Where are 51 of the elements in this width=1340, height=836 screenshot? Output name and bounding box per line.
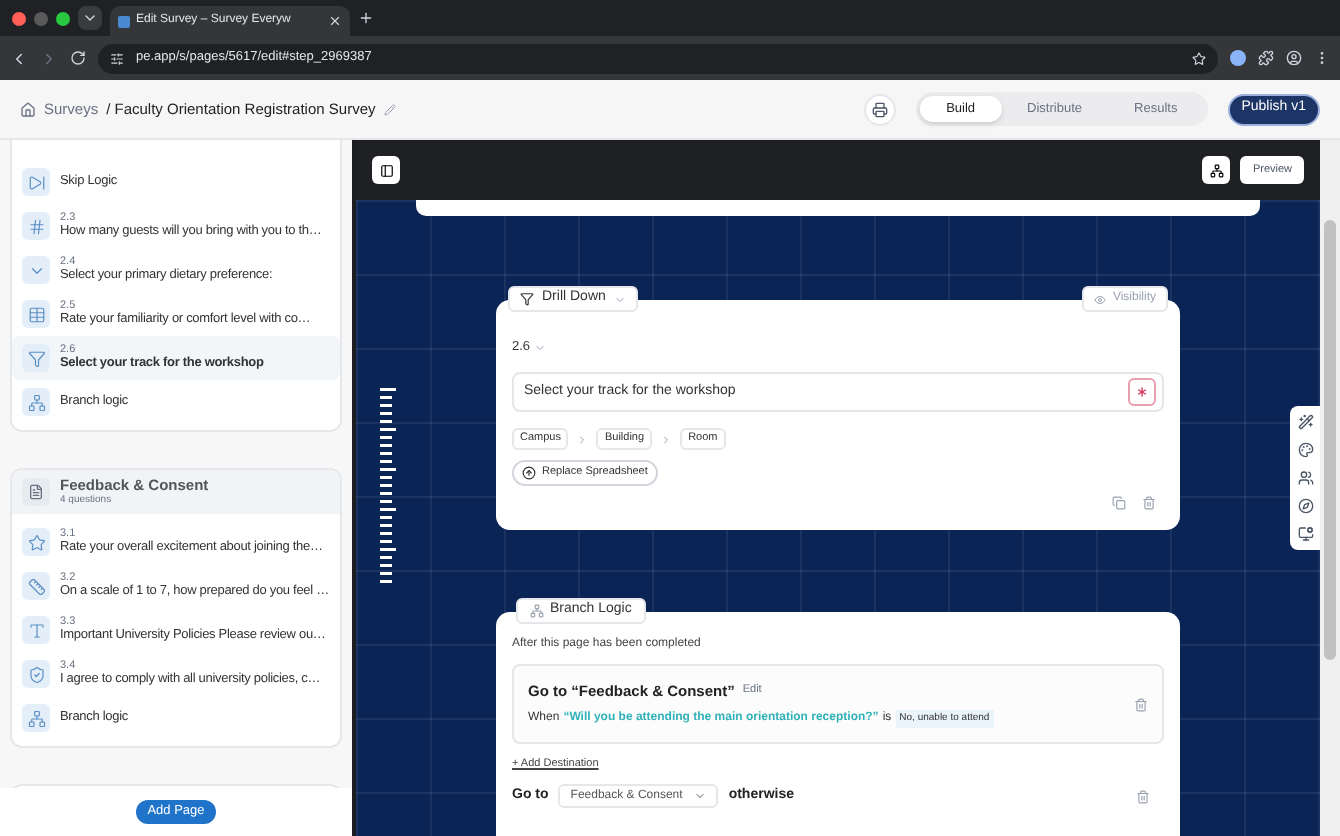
chevron-down-icon <box>694 790 707 803</box>
trash-icon[interactable] <box>1142 496 1156 510</box>
printer-icon <box>872 101 889 117</box>
chevron-right-icon <box>576 433 589 445</box>
extension-icon[interactable] <box>1230 50 1246 66</box>
network-icon <box>22 704 50 732</box>
monitor-icon[interactable] <box>1297 526 1313 542</box>
shield-icon <box>22 660 50 688</box>
copy-icon[interactable] <box>1112 496 1126 510</box>
network-icon <box>22 388 50 416</box>
chevron-down-icon <box>534 341 547 354</box>
compass-icon[interactable] <box>1297 498 1313 514</box>
site-info-icon[interactable] <box>110 51 124 65</box>
panel-toggle-button[interactable] <box>372 156 400 184</box>
star-icon <box>22 528 50 556</box>
trash-icon[interactable] <box>1136 789 1150 804</box>
extensions-icon[interactable] <box>1258 50 1274 66</box>
eye-icon <box>1094 293 1107 305</box>
chevron-right-icon <box>660 433 673 445</box>
palette-icon[interactable] <box>1297 442 1313 458</box>
new-tab-icon[interactable] <box>358 10 374 26</box>
hash-icon <box>22 212 50 240</box>
asterisk-icon <box>1134 384 1150 400</box>
chevron-down-icon <box>82 10 98 26</box>
users-icon[interactable] <box>1297 470 1313 486</box>
reload-icon[interactable] <box>70 50 86 66</box>
filter-icon <box>22 344 50 372</box>
profile-icon[interactable] <box>1286 50 1302 66</box>
upload-icon <box>522 466 536 480</box>
wand-icon[interactable] <box>1297 414 1313 430</box>
network-icon <box>1209 163 1224 177</box>
chevron-down-icon <box>613 293 626 305</box>
letter-t-icon <box>22 616 50 644</box>
back-icon[interactable] <box>10 49 28 67</box>
skip-icon <box>22 168 50 196</box>
required-toggle[interactable] <box>1128 378 1156 406</box>
close-icon[interactable] <box>328 14 342 28</box>
tab-list-button[interactable] <box>78 6 102 30</box>
chevron-down-icon <box>22 256 50 284</box>
network-icon <box>530 604 544 618</box>
sidebar-icon <box>379 163 393 177</box>
grid-icon <box>22 300 50 328</box>
filter-icon <box>520 292 534 306</box>
bookmark-icon[interactable] <box>1192 51 1206 65</box>
home-icon[interactable] <box>20 101 36 117</box>
flow-button[interactable] <box>1202 156 1231 184</box>
site-icon <box>118 15 130 27</box>
ruler-icon <box>22 572 50 600</box>
print-button[interactable] <box>864 93 897 125</box>
scrollbar-thumb[interactable] <box>1324 220 1336 660</box>
file-icon <box>22 478 50 506</box>
